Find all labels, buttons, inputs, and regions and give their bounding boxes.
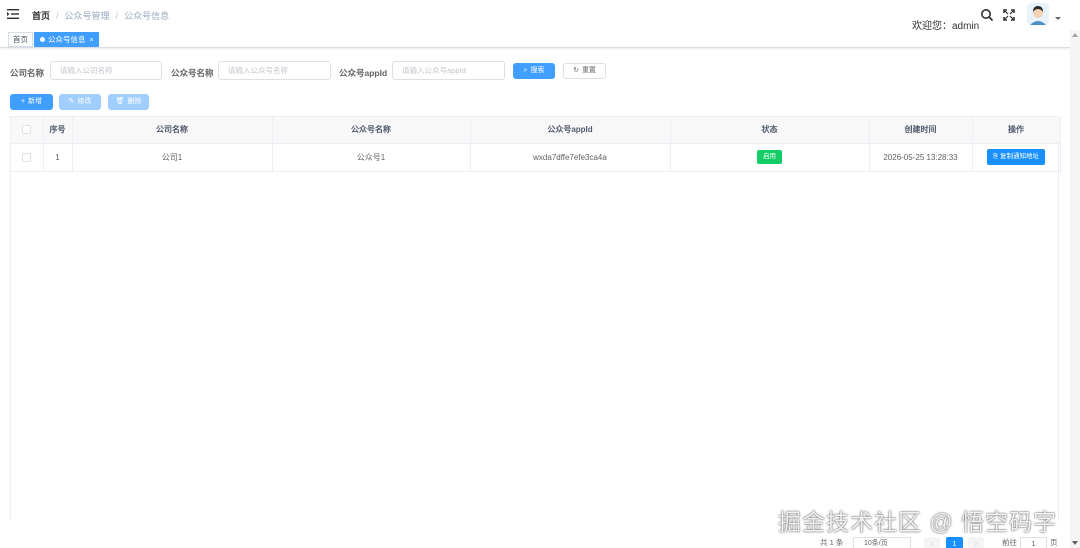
- cell-actions: ⎘ 复制通知地址: [972, 143, 1061, 172]
- search-button-label: 搜索: [530, 67, 545, 74]
- column-header-index: 序号: [43, 117, 73, 144]
- tag-account-info[interactable]: 公众号信息 ×: [34, 32, 99, 47]
- copy-notify-url-button[interactable]: ⎘ 复制通知地址: [986, 149, 1045, 165]
- column-header-status: 状态: [670, 117, 870, 144]
- account-name-input[interactable]: 请输入公众号名称: [218, 61, 331, 80]
- add-button-label: 新增: [28, 98, 43, 105]
- column-header-actions: 操作: [972, 117, 1061, 144]
- select-all-checkbox-cell: [11, 117, 44, 144]
- data-table: 序号 公司名称 公众号名称 公众号appId 状态 创建时间 操作 1 公司1 …: [10, 116, 1061, 521]
- cell-appid: wxda7dffe7efe3ca4a: [470, 143, 671, 172]
- avatar[interactable]: [1027, 3, 1049, 25]
- fullscreen-icon[interactable]: [1002, 8, 1016, 22]
- table-row[interactable]: 1 公司1 公众号1 wxda7dffe7efe3ca4a 启用 2026-05…: [11, 143, 1061, 172]
- row-checkbox-cell: [11, 143, 44, 172]
- search-icon: ⌕: [523, 67, 528, 74]
- company-name-label: 公司名称: [10, 68, 45, 78]
- plus-icon: +: [20, 98, 26, 105]
- breadcrumb: 首页 / 公众号管理 / 公众号信息: [32, 9, 169, 22]
- next-page-button[interactable]: ›: [968, 537, 984, 548]
- page-number-current[interactable]: 1: [946, 537, 963, 548]
- caret-down-icon[interactable]: [1055, 17, 1061, 20]
- status-badge: 启用: [757, 150, 782, 164]
- column-header-company: 公司名称: [72, 117, 273, 144]
- breadcrumb-separator: /: [56, 10, 59, 21]
- breadcrumb-home[interactable]: 首页: [32, 9, 50, 22]
- active-dot-icon: [40, 37, 45, 42]
- jump-label: 前往: [1002, 538, 1017, 547]
- company-name-input[interactable]: 请输入公司名称: [50, 61, 162, 80]
- app-root: 首页 / 公众号管理 / 公众号信息 欢迎您：admin 首页 公众号信息 × …: [0, 0, 1080, 548]
- jump-page-input[interactable]: 1: [1020, 537, 1047, 548]
- account-name-label: 公众号名称: [171, 68, 214, 78]
- vertical-scrollbar[interactable]: [1070, 30, 1080, 548]
- hamburger-icon[interactable]: [7, 8, 19, 20]
- cell-status: 启用: [670, 143, 870, 172]
- reset-button-label: 重置: [581, 67, 596, 74]
- reset-button[interactable]: ↻ 重置: [563, 63, 606, 79]
- navbar: 首页 / 公众号管理 / 公众号信息 欢迎您：admin: [0, 0, 1080, 32]
- row-checkbox[interactable]: [22, 152, 32, 162]
- trash-icon: 🗑: [115, 98, 125, 105]
- copy-icon: ⎘: [992, 153, 1000, 160]
- column-header-appid: 公众号appId: [470, 117, 671, 144]
- cell-created: 2026-05-25 13:28:33: [869, 143, 973, 172]
- tag-home[interactable]: 首页: [8, 32, 33, 47]
- column-header-account: 公众号名称: [272, 117, 471, 144]
- select-all-checkbox[interactable]: [22, 125, 32, 135]
- prev-page-button[interactable]: ‹: [924, 537, 940, 548]
- breadcrumb-account-management: 公众号管理: [64, 11, 110, 21]
- search-button[interactable]: ⌕ 搜索: [513, 63, 555, 79]
- add-button[interactable]: + 新增: [10, 94, 53, 110]
- cell-company: 公司1: [72, 143, 273, 172]
- breadcrumb-account-info: 公众号信息: [124, 11, 170, 21]
- copy-notify-url-label: 复制通知地址: [1000, 153, 1039, 160]
- edit-button[interactable]: ✎ 修改: [59, 94, 101, 110]
- cell-account: 公众号1: [272, 143, 471, 172]
- tags-view: 首页 公众号信息 ×: [0, 30, 1080, 48]
- appid-label: 公众号appId: [339, 68, 388, 78]
- scroll-up-arrow-icon[interactable]: [1072, 33, 1078, 37]
- appid-input[interactable]: 请输入公众号appId: [392, 61, 505, 80]
- close-icon[interactable]: ×: [90, 37, 94, 44]
- column-header-created: 创建时间: [869, 117, 973, 144]
- table-header-row: 序号 公司名称 公众号名称 公众号appId 状态 创建时间 操作: [11, 117, 1061, 144]
- refresh-icon: ↻: [573, 67, 579, 74]
- watermark: 掘金技术社区 @ 悟空码字: [778, 509, 1058, 535]
- delete-button-label: 删除: [127, 98, 142, 105]
- pagination-total: 共 1 条: [820, 538, 844, 547]
- tag-label: 公众号信息: [48, 35, 86, 44]
- edit-button-label: 修改: [77, 98, 92, 105]
- breadcrumb-separator: /: [115, 10, 119, 21]
- edit-icon: ✎: [68, 98, 75, 105]
- page-size-select[interactable]: 10条/页: [853, 537, 911, 548]
- delete-button[interactable]: 🗑 删除: [108, 94, 149, 110]
- cell-index: 1: [43, 143, 73, 172]
- search-icon[interactable]: [980, 8, 994, 22]
- scroll-down-arrow-icon[interactable]: [1072, 541, 1078, 545]
- page-unit-label: 页: [1050, 538, 1058, 547]
